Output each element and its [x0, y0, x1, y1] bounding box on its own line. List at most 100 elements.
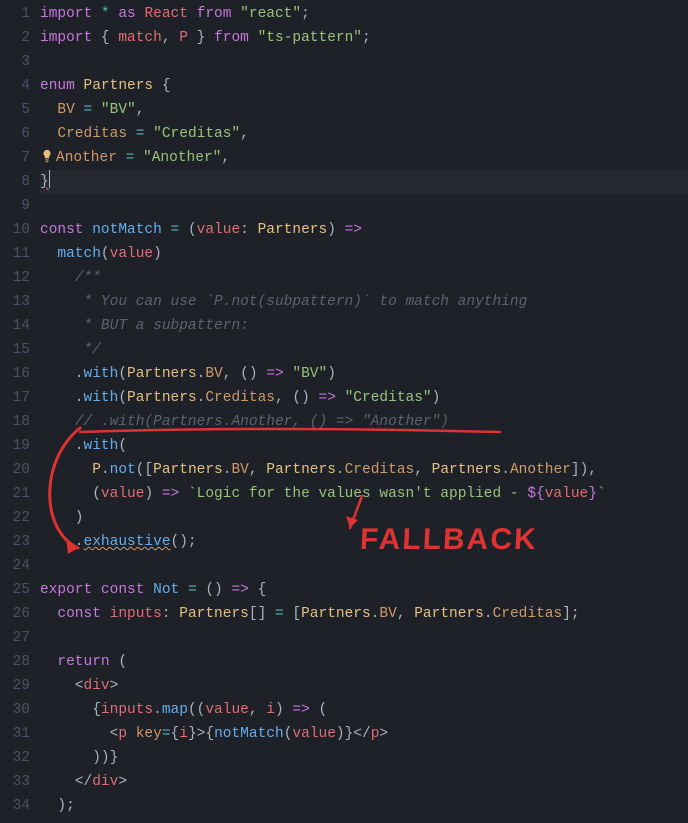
code-token: export — [40, 582, 92, 598]
line-number: 25 — [0, 578, 30, 602]
code-token — [40, 462, 92, 478]
code-line[interactable]: return ( — [40, 650, 688, 674]
code-token: => — [345, 222, 362, 238]
code-editor[interactable]: 1234567891011121314151617181920212223242… — [0, 0, 688, 818]
code-token: ( — [118, 438, 127, 454]
code-token: ( — [118, 390, 127, 406]
code-line[interactable]: const notMatch = (value: Partners) => — [40, 218, 688, 242]
code-token: div — [84, 678, 110, 694]
code-line[interactable]: * BUT a subpattern: — [40, 314, 688, 338]
code-token: from — [197, 6, 232, 22]
code-line[interactable]: {inputs.map((value, i) => ( — [40, 698, 688, 722]
code-token: ` — [597, 486, 606, 502]
code-line[interactable]: ) — [40, 506, 688, 530]
code-line[interactable] — [40, 194, 688, 218]
line-number: 2 — [0, 26, 30, 50]
code-line[interactable]: (value) => `Logic for the values wasn't … — [40, 482, 688, 506]
code-token — [75, 78, 84, 94]
code-token — [249, 30, 258, 46]
code-token: , — [240, 126, 249, 142]
code-token: Partners — [266, 462, 336, 478]
code-token: BV — [57, 102, 74, 118]
code-token: . — [153, 702, 162, 718]
code-token: Partners — [153, 462, 223, 478]
line-number: 24 — [0, 554, 30, 578]
code-line[interactable]: <div> — [40, 674, 688, 698]
code-token: "BV" — [101, 102, 136, 118]
code-line[interactable]: .with(Partners.BV, () => "BV") — [40, 362, 688, 386]
code-token: Creditas — [57, 126, 127, 142]
code-token: BV — [205, 366, 222, 382]
code-line[interactable]: Another = "Another", — [40, 146, 688, 170]
code-token: "Creditas" — [153, 126, 240, 142]
code-token — [117, 150, 126, 166]
code-token: () — [197, 582, 232, 598]
code-line[interactable]: /** — [40, 266, 688, 290]
line-number: 33 — [0, 770, 30, 794]
code-token: */ — [75, 342, 101, 358]
code-token: Partners — [258, 222, 328, 238]
code-line[interactable]: import { match, P } from "ts-pattern"; — [40, 26, 688, 50]
code-token: BV — [231, 462, 248, 478]
code-token: ( — [101, 246, 110, 262]
code-line[interactable]: match(value) — [40, 242, 688, 266]
code-token: ) — [327, 366, 336, 382]
line-number: 14 — [0, 314, 30, 338]
code-token: . — [101, 462, 110, 478]
code-token: ) — [327, 222, 344, 238]
code-token: ( — [110, 654, 127, 670]
code-line[interactable]: import * as React from "react"; — [40, 2, 688, 26]
code-line[interactable] — [40, 554, 688, 578]
code-token: , — [162, 30, 179, 46]
code-line[interactable]: const inputs: Partners[] = [Partners.BV,… — [40, 602, 688, 626]
code-line[interactable]: .exhaustive(); — [40, 530, 688, 554]
line-number: 1 — [0, 2, 30, 26]
code-token: /** — [75, 270, 101, 286]
code-token: Creditas — [345, 462, 415, 478]
code-token: map — [162, 702, 188, 718]
code-line[interactable]: <p key={i}>{notMatch(value)}</p> — [40, 722, 688, 746]
line-number: 32 — [0, 746, 30, 770]
code-line[interactable]: .with(Partners.Creditas, () => "Creditas… — [40, 386, 688, 410]
code-token: const — [40, 222, 84, 238]
code-token — [40, 294, 75, 310]
code-line[interactable]: Creditas = "Creditas", — [40, 122, 688, 146]
code-line[interactable]: ); — [40, 794, 688, 818]
code-token: }>{ — [188, 726, 214, 742]
code-token: ${ — [527, 486, 544, 502]
code-line[interactable]: ))} — [40, 746, 688, 770]
code-line[interactable]: </div> — [40, 770, 688, 794]
code-content[interactable]: import * as React from "react";import { … — [40, 0, 688, 818]
code-token: , — [136, 102, 145, 118]
code-token: value — [110, 246, 154, 262]
code-line[interactable]: export const Not = () => { — [40, 578, 688, 602]
code-line[interactable]: P.not([Partners.BV, Partners.Creditas, P… — [40, 458, 688, 482]
lightbulb-icon[interactable] — [40, 148, 54, 162]
code-line[interactable]: * You can use `P.not(subpattern)` to mat… — [40, 290, 688, 314]
code-token: value — [545, 486, 589, 502]
code-token: ; — [362, 30, 371, 46]
code-token: = — [84, 102, 93, 118]
code-token: Another — [56, 150, 117, 166]
code-token: = — [188, 582, 197, 598]
code-line[interactable]: .with( — [40, 434, 688, 458]
code-token: from — [214, 30, 249, 46]
line-number: 22 — [0, 506, 30, 530]
code-line[interactable]: // .with(Partners.Another, () => "Anothe… — [40, 410, 688, 434]
code-token — [92, 582, 101, 598]
code-line[interactable]: } — [40, 170, 688, 194]
line-number: 18 — [0, 410, 30, 434]
code-token — [179, 582, 188, 598]
code-token: Partners — [127, 366, 197, 382]
code-token: not — [110, 462, 136, 478]
code-token: ) — [275, 702, 292, 718]
code-line[interactable] — [40, 50, 688, 74]
code-line[interactable]: BV = "BV", — [40, 98, 688, 122]
code-token: => — [319, 390, 336, 406]
code-line[interactable]: enum Partners { — [40, 74, 688, 98]
code-line[interactable]: */ — [40, 338, 688, 362]
code-token: const — [101, 582, 145, 598]
code-line[interactable] — [40, 626, 688, 650]
code-token: Partners — [301, 606, 371, 622]
code-token: < — [40, 726, 118, 742]
